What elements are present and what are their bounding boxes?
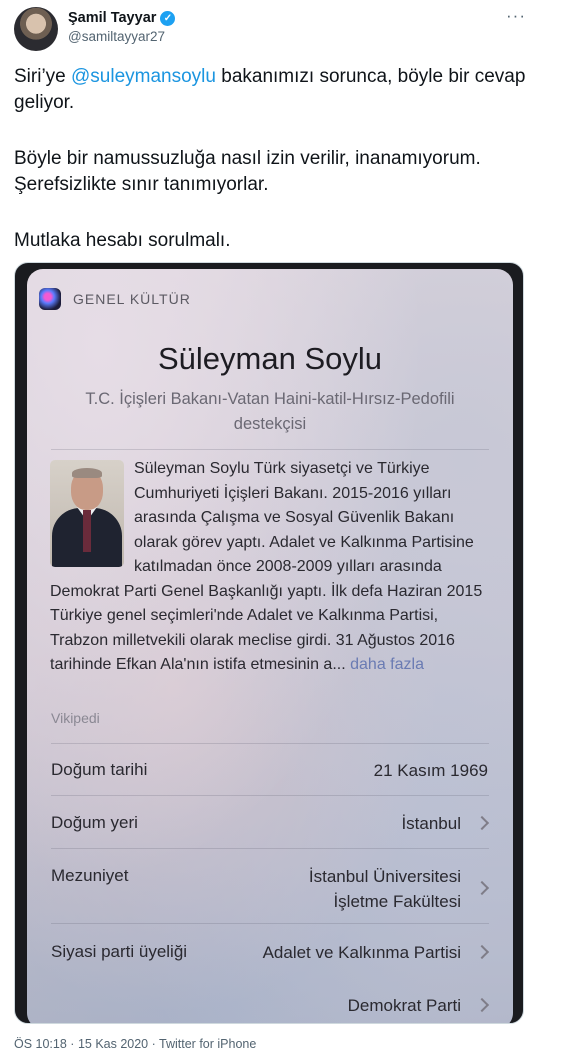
read-more-link[interactable]: daha fazla xyxy=(350,656,424,673)
avatar[interactable] xyxy=(14,7,58,51)
tweet: Şamil Tayyar ✓ @samiltayyar27 ··· Siri’y… xyxy=(0,0,564,1064)
tweet-meta: ÖS 10:18 · 15 Kas 2020 · Twitter for iPh… xyxy=(14,1037,256,1051)
mention-link[interactable]: @suleymansoylu xyxy=(71,66,216,87)
author-handle[interactable]: @samiltayyar27 xyxy=(68,29,165,44)
tweet-source-client[interactable]: Twitter for iPhone xyxy=(159,1037,256,1051)
siri-knowledge-card: GENEL KÜLTÜR Süleyman Soylu T.C. İçişler… xyxy=(27,269,513,1023)
divider xyxy=(51,449,489,450)
row-value-education: İstanbul Üniversitesi İşletme Fakültesi xyxy=(309,864,461,914)
tweet-paragraph-3: Mutlaka hesabı sorulmalı. xyxy=(14,230,231,251)
tweet-date[interactable]: 15 Kas 2020 xyxy=(78,1037,148,1051)
author-row: Şamil Tayyar ✓ xyxy=(68,10,176,26)
row-value-birth-date: 21 Kasım 1969 xyxy=(373,761,488,780)
card-category: GENEL KÜLTÜR xyxy=(73,291,191,307)
row-value-party-dp: Demokrat Parti xyxy=(347,996,461,1015)
author-name[interactable]: Şamil Tayyar xyxy=(68,10,156,26)
tweet-text-segment: Siri’ye xyxy=(14,66,72,87)
meta-separator: · xyxy=(148,1037,160,1051)
row-value-party-akp: Adalet ve Kalkınma Partisi xyxy=(262,943,461,962)
education-line-2: İşletme Fakültesi xyxy=(333,892,461,911)
education-line-1: İstanbul Üniversitesi xyxy=(308,867,461,886)
tweet-paragraph-1: Siri’ye @suleymansoylu bakanımızı sorunc… xyxy=(14,64,544,116)
siri-icon xyxy=(39,288,61,310)
tweet-media-image[interactable]: GENEL KÜLTÜR Süleyman Soylu T.C. İçişler… xyxy=(14,262,524,1024)
card-summary: Süleyman Soylu Türk siyasetçi ve Türkiye… xyxy=(50,457,495,678)
verified-badge-icon: ✓ xyxy=(160,10,176,26)
card-subtitle: T.C. İçişleri Bakanı-Vatan Haini-katil-H… xyxy=(85,390,455,433)
card-source: Vikipedi xyxy=(51,710,100,726)
meta-separator: · xyxy=(66,1037,78,1051)
row-label-birth-date: Doğum tarihi xyxy=(51,760,148,779)
row-label-party: Siyasi parti üyeliği xyxy=(51,942,188,961)
card-title: Süleyman Soylu xyxy=(157,341,382,376)
row-value-birth-place: İstanbul xyxy=(401,814,461,833)
more-options-icon[interactable]: ··· xyxy=(506,6,526,26)
row-label-education: Mezuniyet xyxy=(51,866,129,885)
tweet-time[interactable]: ÖS 10:18 xyxy=(14,1037,67,1051)
row-label-birth-place: Doğum yeri xyxy=(51,813,138,832)
divider xyxy=(51,743,489,744)
tweet-paragraph-2: Böyle bir namussuzluğa nasıl izin verili… xyxy=(14,148,481,195)
